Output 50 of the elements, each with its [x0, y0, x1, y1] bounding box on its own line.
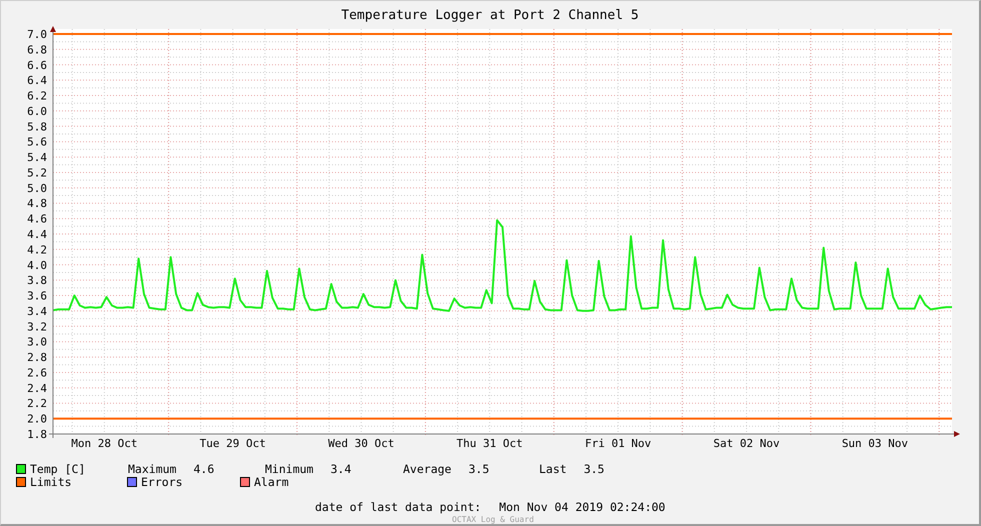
y-tick-label: 3.4 — [27, 304, 47, 318]
chart-title: Temperature Logger at Port 2 Channel 5 — [341, 8, 639, 23]
stat-label: Average — [403, 462, 452, 476]
y-tick-label: 2.0 — [27, 412, 47, 426]
legend-label: Errors — [141, 474, 183, 488]
y-tick-label: 3.2 — [27, 320, 47, 334]
stat-value: 3.4 — [330, 462, 352, 476]
x-tick-label: Tue 29 Oct — [200, 437, 266, 450]
y-tick-label: 1.8 — [27, 428, 47, 441]
date-label: date of last data point: — [315, 500, 482, 514]
y-tick-label: 4.2 — [27, 243, 47, 256]
y-tick-label: 6.8 — [27, 43, 47, 56]
stat-label: Minimum — [265, 462, 314, 476]
x-tick-label: Fri 01 Nov — [584, 437, 652, 450]
x-tick-label: Sat 02 Nov — [713, 437, 780, 450]
y-tick-label: 2.2 — [27, 397, 47, 410]
y-tick-label: 5.8 — [27, 120, 47, 134]
y-tick-label: 4.8 — [27, 197, 47, 210]
stat-value: 3.5 — [584, 462, 604, 476]
legend-label: Alarm — [254, 474, 289, 488]
y-tick-label: 4.0 — [27, 258, 47, 272]
y-tick-label: 6.6 — [27, 58, 47, 72]
footer-credit: OCTAX Log & Guard — [452, 515, 534, 524]
y-tick-label: 4.6 — [27, 212, 47, 226]
y-tick-label: 3.0 — [27, 336, 47, 349]
y-tick-label: 6.0 — [27, 104, 47, 118]
y-tick-label: 5.6 — [27, 136, 47, 149]
y-tick-label: 6.2 — [27, 90, 47, 103]
y-tick-label: 2.4 — [27, 382, 47, 395]
y-tick-label: 2.8 — [27, 351, 47, 364]
x-tick-label: Wed 30 Oct — [328, 437, 394, 450]
date-value: Mon Nov 04 2019 02:24:00 — [499, 500, 666, 514]
y-tick-label: 5.0 — [27, 182, 47, 195]
stat-label: Last — [539, 462, 567, 476]
x-tick-label: Sun 03 Nov — [842, 437, 908, 450]
y-tick-label: 5.2 — [27, 166, 47, 180]
stat-value: 3.5 — [468, 462, 490, 476]
legend-label: Temp [C] — [30, 462, 86, 476]
y-tick-label: 4.4 — [27, 228, 47, 241]
y-tick-label: 3.6 — [27, 290, 47, 303]
y-tick-label: 3.8 — [27, 274, 47, 288]
y-tick-label: 6.4 — [27, 74, 47, 88]
y-tick-label: 7.0 — [27, 28, 47, 41]
y-tick-label: 5.4 — [27, 151, 47, 164]
x-tick-label: Mon 28 Oct — [71, 437, 138, 450]
legend-label: Limits — [30, 474, 72, 488]
y-tick-label: 2.6 — [27, 366, 47, 380]
stat-label: Maximum — [128, 462, 176, 476]
stat-value: 4.6 — [193, 462, 214, 476]
x-tick-label: Thu 31 Oct — [456, 437, 523, 450]
